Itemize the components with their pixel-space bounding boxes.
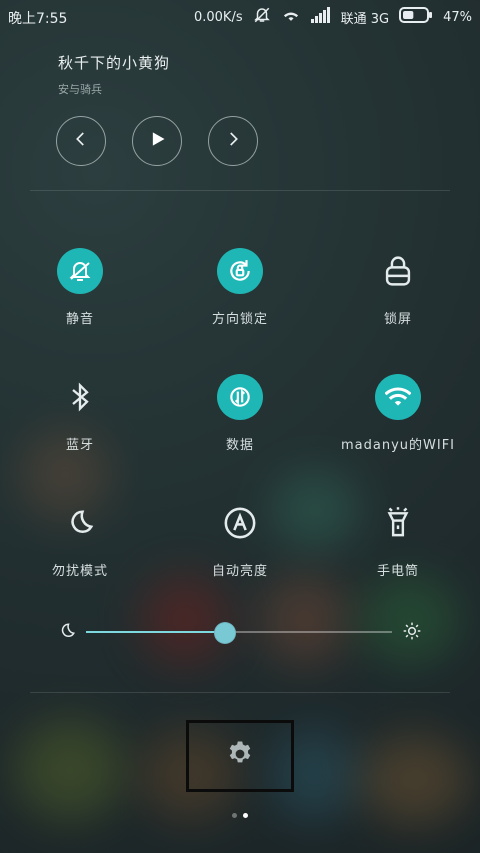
- next-icon: [224, 130, 242, 152]
- toggle-lock-screen[interactable]: 锁屏: [318, 248, 478, 327]
- play-icon: [147, 129, 167, 153]
- page-indicator: [232, 813, 248, 818]
- wifi-icon: [375, 374, 421, 420]
- signal-icon: [310, 7, 331, 27]
- toggle-label: madanyu的WIFI: [340, 438, 456, 453]
- media-controls: [56, 116, 258, 166]
- background-blur: [360, 735, 470, 825]
- toggle-label: 手电筒: [376, 564, 419, 579]
- toggle-label: 数据: [225, 438, 254, 453]
- divider: [30, 692, 450, 693]
- moon-icon: [57, 500, 103, 546]
- brightness-slider[interactable]: [56, 618, 424, 646]
- data-icon: [217, 374, 263, 420]
- page-dot: [232, 813, 237, 818]
- page-dot-active: [243, 813, 248, 818]
- toggle-label: 静音: [65, 312, 94, 327]
- auto-brightness-icon: [217, 500, 263, 546]
- toggle-data[interactable]: 数据: [160, 374, 320, 453]
- media-info: 秋千下的小黄狗 安与骑兵: [58, 52, 438, 97]
- song-title: 秋千下的小黄狗: [58, 54, 171, 72]
- settings-button[interactable]: [186, 720, 294, 792]
- bluetooth-icon: [57, 374, 103, 420]
- song-artist: 安与骑兵: [58, 83, 102, 96]
- toggle-label: 勿扰模式: [51, 564, 108, 579]
- toggle-auto-brightness[interactable]: 自动亮度: [160, 500, 320, 579]
- gear-icon: [225, 739, 255, 773]
- status-bar: 晚上7:55 0.00K/s 联通 3G 47%: [0, 0, 480, 34]
- toggle-rotation-lock[interactable]: 方向锁定: [160, 248, 320, 327]
- battery-percent: 47%: [443, 9, 472, 25]
- play-button[interactable]: [132, 116, 182, 166]
- divider: [30, 190, 450, 191]
- wifi-icon: [281, 7, 301, 27]
- previous-icon: [72, 130, 90, 152]
- mute-icon: [57, 248, 103, 294]
- battery-icon: [399, 7, 433, 27]
- status-right: 0.00K/s 联通 3G 47%: [194, 6, 472, 28]
- toggle-label: 方向锁定: [211, 312, 268, 327]
- next-button[interactable]: [208, 116, 258, 166]
- toggle-label: 锁屏: [383, 312, 412, 327]
- toggle-mute[interactable]: 静音: [0, 248, 160, 327]
- flashlight-icon: [375, 500, 421, 546]
- toggle-flashlight[interactable]: 手电筒: [318, 500, 478, 579]
- sun-icon: [402, 621, 422, 645]
- previous-button[interactable]: [56, 116, 106, 166]
- rotation-lock-icon: [217, 248, 263, 294]
- lock-icon: [375, 248, 421, 294]
- brightness-thumb[interactable]: [213, 622, 236, 644]
- background-blur: [15, 720, 125, 820]
- status-time: 晚上7:55: [8, 11, 68, 27]
- mute-notification-icon: [253, 6, 271, 28]
- toggle-label: 自动亮度: [211, 564, 268, 579]
- toggle-label: 蓝牙: [65, 438, 94, 453]
- brightness-track[interactable]: [86, 622, 392, 644]
- network-speed: 0.00K/s: [193, 9, 243, 25]
- toggle-do-not-disturb[interactable]: 勿扰模式: [0, 500, 160, 579]
- moon-small-icon: [58, 622, 76, 644]
- toggle-wifi[interactable]: madanyu的WIFI: [318, 374, 478, 453]
- toggle-bluetooth[interactable]: 蓝牙: [0, 374, 160, 453]
- brightness-fill: [86, 631, 224, 633]
- carrier-label: 联通 3G: [340, 11, 390, 27]
